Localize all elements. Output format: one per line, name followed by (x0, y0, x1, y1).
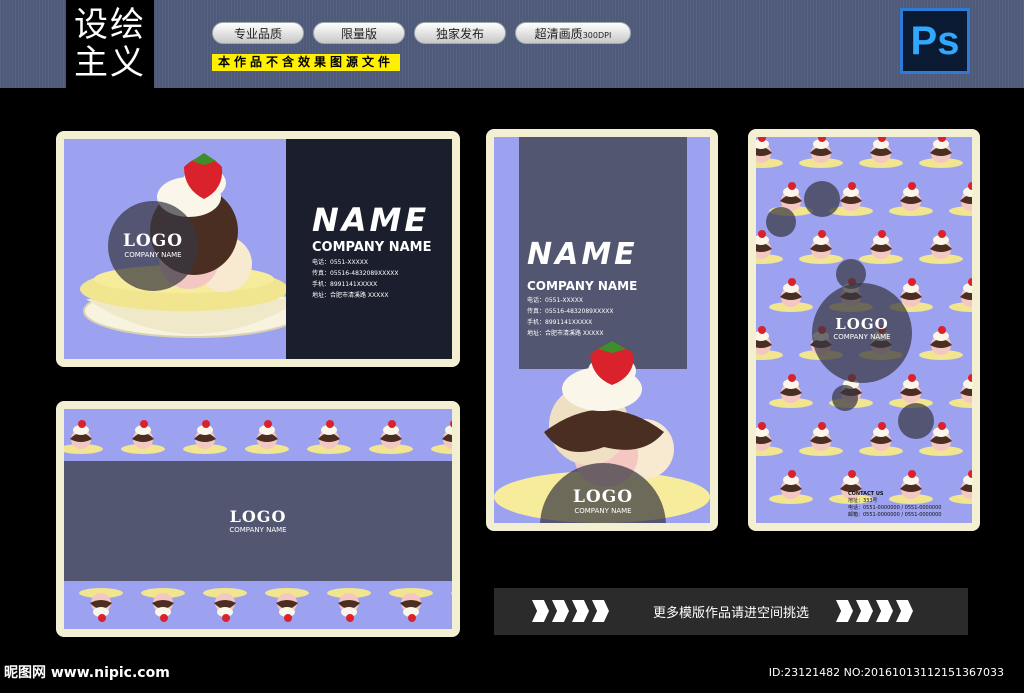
mini-sundae-icon (859, 422, 903, 456)
mini-sundae-icon (327, 588, 371, 622)
mini-sundae-icon (949, 182, 972, 216)
detail-mobile: 手机：8991141XXXXX (312, 281, 378, 288)
contact-line: 邮箱：0551-0000000 / 0551-0000000 (848, 512, 942, 518)
deco-bubble (766, 207, 796, 237)
mini-sundae-icon (307, 420, 351, 454)
detail-phone-vertical: 电话：0551-XXXXX (527, 297, 583, 304)
chevron-right-icon (856, 600, 873, 622)
card-horizontal-back: LOGO COMPANY NAME (56, 401, 460, 637)
card-horizontal-front: LOGO COMPANY NAME NAME COMPANY NAME 电话：0… (56, 131, 460, 367)
mini-sundae-icon (799, 137, 843, 168)
logo-band: LOGO COMPANY NAME (64, 461, 452, 581)
header-banner: 设绘 主义 专业品质 限量版 独家发布 超清画质300DPI 本作品不含效果图源… (0, 0, 1024, 88)
badge-hd-suffix: 300DPI (582, 31, 612, 40)
company-name-vertical: COMPANY NAME (527, 279, 638, 293)
contact-title: CONTACT US (848, 491, 884, 497)
mini-sundae-icon (949, 470, 972, 504)
person-name-vertical: NAME (527, 237, 638, 272)
logo-subtitle: COMPANY NAME (124, 251, 182, 259)
detail-fax-vertical: 传真：05516-4832089XXXXX (527, 308, 614, 315)
detail-fax: 传真：05516-4832089XXXXX (312, 270, 399, 277)
logo-text-back: LOGO (229, 507, 287, 526)
badge-exclusive: 独家发布 (414, 22, 506, 44)
card-vertical-back: LOGO COMPANY NAME CONTACT US 地址：333号 电话：… (748, 129, 980, 531)
more-templates-banner[interactable]: 更多模版作品请进空间挑选 (494, 588, 968, 635)
contact-line: 地址：333号 (848, 498, 878, 504)
logo-text: LOGO (122, 231, 184, 251)
logo-subtitle-pattern: COMPANY NAME (833, 333, 891, 341)
mini-sundae-icon (889, 182, 933, 216)
card-vertical-front-inner: NAME COMPANY NAME 电话：0551-XXXXX 传真：05516… (494, 137, 710, 523)
info-panel-vertical: NAME COMPANY NAME 电话：0551-XXXXX 传真：05516… (519, 137, 687, 369)
badge-hd: 超清画质300DPI (515, 22, 631, 44)
photoshop-icon: Ps (900, 8, 970, 74)
mini-sundae-icon (203, 588, 247, 622)
mini-sundae-icon (265, 588, 309, 622)
chevron-right-icon (896, 600, 913, 622)
chevron-right-icon (876, 600, 893, 622)
card-vertical-front: NAME COMPANY NAME 电话：0551-XXXXX 传真：05516… (486, 129, 718, 531)
contact-line: 电话：0551-0000000 / 0551-0000000 (848, 505, 942, 511)
badge-limited: 限量版 (313, 22, 405, 44)
contact-details: 电话：0551-XXXXX 传真：05516-4832089XXXXX 手机：8… (312, 257, 399, 301)
info-panel: NAME COMPANY NAME 电话：0551-XXXXX 传真：05516… (286, 139, 452, 359)
mini-sundae-icon (769, 278, 813, 312)
detail-mobile-vertical: 手机：8991141XXXXX (527, 319, 593, 326)
mini-sundae-icon (859, 230, 903, 264)
mini-sundae-icon (756, 326, 783, 360)
brand-line-1: 设绘 (74, 5, 146, 45)
mini-sundae-icon (919, 137, 963, 168)
mini-sundae-icon (369, 420, 413, 454)
mini-sundae-icon (389, 588, 433, 622)
mini-sundae-icon (451, 588, 452, 598)
logo-badge-pattern: LOGO COMPANY NAME (812, 283, 912, 383)
mini-sundae-icon (245, 420, 289, 454)
deco-bubble (898, 403, 934, 439)
brand-line-2: 主义 (74, 43, 146, 83)
chevron-right-icon (836, 600, 853, 622)
mini-sundae-icon (799, 422, 843, 456)
deco-bubble (832, 385, 858, 411)
detail-phone: 电话：0551-XXXXX (312, 259, 368, 266)
site-watermark: 昵图网 www.nipic.com (4, 665, 170, 681)
badge-quality: 专业品质 (212, 22, 304, 44)
mini-sundae-icon (431, 420, 452, 454)
mini-sundae-icon (919, 230, 963, 264)
card-horizontal-front-inner: LOGO COMPANY NAME NAME COMPANY NAME 电话：0… (64, 139, 452, 359)
mini-sundae-icon (949, 374, 972, 408)
mini-sundae-icon (79, 588, 123, 622)
contact-details-vertical: 电话：0551-XXXXX 传真：05516-4832089XXXXX 手机：8… (527, 295, 614, 339)
arrow-group-right (836, 600, 913, 622)
card-vertical-back-inner: LOGO COMPANY NAME CONTACT US 地址：333号 电话：… (756, 137, 972, 523)
mini-sundae-icon (949, 278, 972, 312)
badge-row: 专业品质 限量版 独家发布 超清画质300DPI (212, 22, 631, 44)
brand-logo: 设绘 主义 (66, 0, 154, 88)
company-name: COMPANY NAME (312, 240, 432, 255)
mini-sundae-icon (183, 420, 227, 454)
mini-sundae-icon (756, 137, 783, 168)
contact-block: CONTACT US 地址：333号 电话：0551-0000000 / 055… (848, 491, 941, 519)
logo-badge: LOGO COMPANY NAME (108, 201, 198, 291)
image-id-text: ID:23121482 NO:20161013112151367033 (768, 666, 1004, 679)
card-horizontal-back-inner: LOGO COMPANY NAME (64, 409, 452, 629)
logo-subtitle-back: COMPANY NAME (229, 526, 287, 534)
mini-sundae-icon (859, 137, 903, 168)
logo-block: LOGO COMPANY NAME (64, 507, 452, 534)
mini-sundae-icon (799, 230, 843, 264)
mini-sundae-icon (756, 422, 783, 456)
mini-sundae-icon (141, 588, 185, 622)
logo-subtitle-vertical: COMPANY NAME (574, 507, 632, 515)
logo-text-pattern: LOGO (835, 315, 889, 333)
mini-sundae-icon (769, 374, 813, 408)
logo-text-vertical: LOGO (572, 487, 634, 507)
badge-hd-label: 超清画质 (534, 27, 583, 41)
mini-sundae-icon (64, 420, 103, 454)
mini-sundae-icon (121, 420, 165, 454)
notice-label: 本作品不含效果图源文件 (212, 54, 401, 71)
detail-address: 地址：合肥市清溪路 XXXXX (312, 292, 389, 299)
deco-bubble (804, 181, 840, 217)
person-name: NAME (312, 201, 430, 239)
mini-sundae-icon (919, 326, 963, 360)
mini-sundae-icon (769, 470, 813, 504)
